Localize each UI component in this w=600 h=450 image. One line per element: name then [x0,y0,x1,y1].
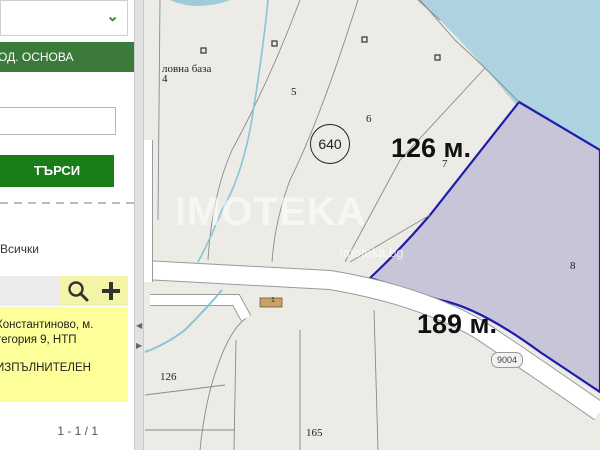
block-number-badge: 640 [310,124,350,164]
result-item[interactable]: Константиново, м. тегория 9, НТП ИЗПЪЛНИ… [0,307,128,402]
toolbar-blank [0,276,60,306]
parcel-label-5: 5 [291,86,297,98]
distance-label-top: 126 м. [391,133,472,163]
panel-splitter[interactable]: ◀ ▶ [134,0,144,450]
result-line-1: Константиново, м. [0,319,94,331]
result-line-2: тегория 9, НТП [0,334,77,346]
plus-icon[interactable] [96,276,126,306]
road-number-badge: 9004 [491,352,523,368]
watermark-logo: IMOTEKA [175,190,367,234]
result-line-3: ИЗПЪЛНИТЕЛЕН [0,362,91,374]
search-icon[interactable] [63,276,93,306]
filter-all-option[interactable]: Всички [0,242,39,256]
parcel-label-126: 126 [160,371,177,383]
search-button[interactable]: ТЪРСИ [0,155,114,187]
expand-right-icon[interactable]: ▶ [136,342,142,350]
result-toolbar [0,276,128,306]
layer-label: ОД. ОСНОВА [0,50,74,64]
parcel-label-165: 165 [306,427,323,439]
parcel-label-8: 8 [570,260,576,272]
layer-bar[interactable]: ОД. ОСНОВА [0,42,134,72]
place-label: ловна база [162,63,212,75]
sidebar-panel: ⌄ ОД. ОСНОВА ТЪРСИ Всички Константиново,… [0,0,134,450]
collapse-left-icon[interactable]: ◀ [136,322,142,330]
watermark-site: imoteka.bg [340,245,404,260]
building-number: 1 [271,297,275,304]
search-input[interactable] [0,107,116,135]
layer-dropdown[interactable]: ⌄ [0,0,128,36]
parcel-label-6: 6 [366,113,372,125]
parcel-label-4: 4 [162,73,168,85]
chevron-down-icon[interactable]: ⌄ [106,7,119,25]
pager: 1 - 1 / 1 [57,424,98,438]
divider [0,202,134,204]
distance-label-bottom: 189 м. [417,309,498,339]
